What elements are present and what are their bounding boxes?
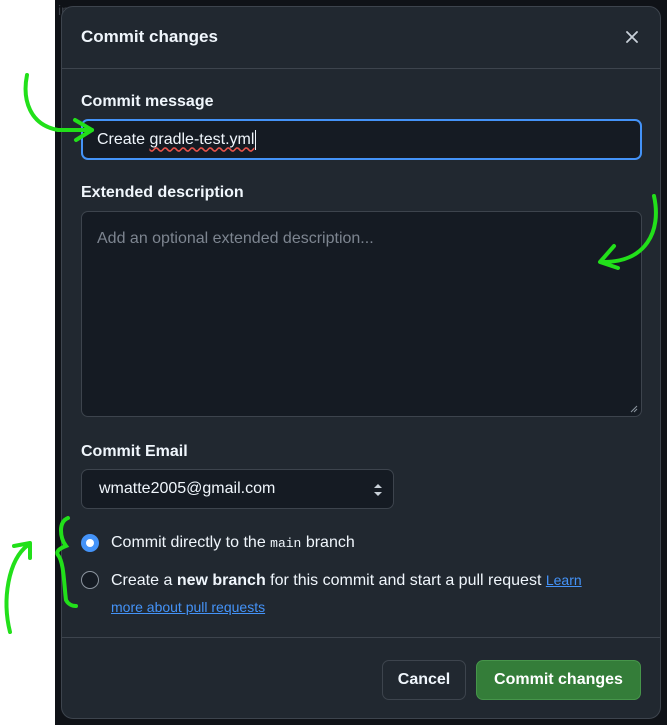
annotation-arrow-description [602,194,658,264]
annotation-brace-radios [55,516,78,608]
annotation-overlay [4,73,658,634]
annotation-arrow-commit-message [23,73,94,132]
annotation-arrow-radios [4,543,30,634]
